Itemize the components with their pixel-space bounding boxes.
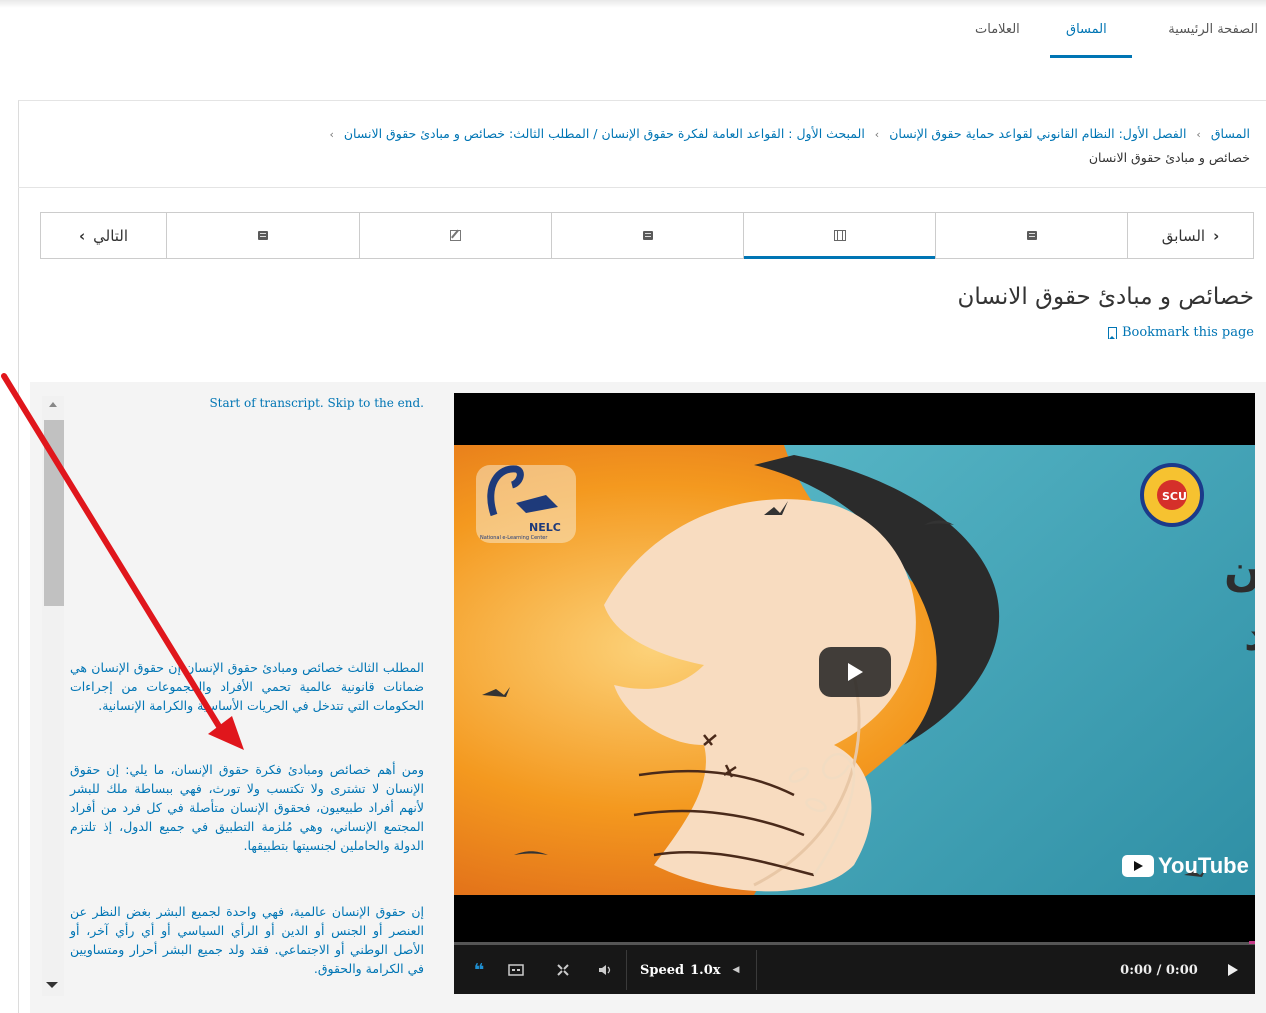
volume-icon[interactable] (594, 956, 616, 984)
poster-title-line2: ومكافحة الفساد (1244, 610, 1255, 661)
next-label: التالي (93, 226, 129, 245)
book-icon (1026, 231, 1037, 240)
chevron-left-icon: ‹ (1213, 226, 1220, 245)
progress-bar[interactable] (454, 941, 1255, 945)
chevron-right-icon: › (78, 226, 86, 245)
breadcrumb-separator: › (874, 128, 880, 141)
sequence-unit-4-problem[interactable] (359, 213, 551, 258)
play-icon[interactable] (1222, 956, 1244, 984)
youtube-icon (1122, 855, 1154, 877)
youtube-label: YouTube (1158, 853, 1249, 878)
breadcrumb-chapter[interactable]: الفصل الأول: النظام القانوني لقواعد حماي… (889, 126, 1186, 141)
sequence-unit-5[interactable] (166, 213, 359, 258)
breadcrumb-separator: › (329, 128, 334, 141)
transcript-line[interactable]: ومن أهم خصائص ومبادئ فكرة حقوق الإنسان، … (70, 760, 424, 855)
top-shade (0, 0, 1266, 8)
breadcrumb-course[interactable]: المساق (1211, 126, 1250, 141)
play-button-overlay[interactable] (819, 647, 891, 697)
poster-title-line1: حقوق الإنسان (1224, 545, 1255, 596)
speed-label: Speed (640, 962, 685, 978)
active-tab-indicator (1050, 55, 1132, 58)
control-divider (756, 950, 757, 990)
youtube-badge[interactable]: YouTube (1122, 853, 1249, 879)
breadcrumb: المساق › الفصل الأول: النظام القانوني لقوا… (18, 100, 1266, 188)
breadcrumb-trail: المساق › الفصل الأول: النظام القانوني لقوا… (319, 126, 1250, 141)
previous-button[interactable]: ‹ السابق (1127, 213, 1253, 258)
transcript-toggle-icon[interactable]: ❝ (468, 956, 490, 984)
breadcrumb-current: خصائص و مبادئ حقوق الانسان (1088, 150, 1250, 165)
speed-control[interactable]: Speed 1.0x ◀ (640, 956, 750, 984)
transcript-line[interactable]: إن حقوق الإنسان عالمية، فهي واحدة لجميع … (70, 902, 424, 978)
sequence-unit-3[interactable] (551, 213, 743, 258)
previous-label: السابق (1161, 226, 1206, 245)
captions-icon[interactable] (504, 956, 528, 984)
svg-text:NELC: NELC (529, 521, 561, 534)
video-controls: ❝ Speed 1.0x ◀ 0:00 / 0:00 (454, 941, 1255, 994)
tab-course[interactable]: المساق (1066, 22, 1107, 37)
bookmark-label: Bookmark this page (1121, 325, 1254, 340)
sequence-unit-2-video[interactable] (743, 213, 935, 259)
course-tabs: الصفحة الرئيسية المساق العلامات (0, 10, 1266, 70)
control-divider (626, 950, 627, 990)
book-icon (258, 231, 268, 240)
transcript-skip-link[interactable]: Start of transcript. Skip to the end. (209, 396, 424, 410)
transcript-line[interactable]: المطلب الثالث خصائص ومبادئ حقوق الإنسان … (70, 658, 424, 715)
bookmark-button[interactable]: Bookmark this page (1107, 325, 1254, 340)
sequence-nav: ‹ السابق التالي › (40, 212, 1254, 259)
transcript-scrollbar[interactable] (42, 396, 64, 996)
video-transcript: Start of transcript. Skip to the end. ال… (64, 392, 436, 1000)
video-player[interactable]: NELC National e-Learning Center SCU حقوق… (454, 393, 1255, 994)
scu-seal-icon: SCU (1140, 463, 1204, 527)
breadcrumb-separator: › (1196, 128, 1201, 141)
breadcrumb-section[interactable]: المبحث الأول : القواعد العامة لفكرة حقوق… (344, 126, 865, 141)
book-icon (642, 231, 653, 240)
tab-progress[interactable]: العلامات (975, 22, 1020, 37)
svg-text:SCU: SCU (1162, 490, 1187, 503)
unit-title: خصائص و مبادئ حقوق الانسان (957, 284, 1254, 310)
nelc-logo-icon: NELC National e-Learning Center (476, 465, 576, 543)
next-button[interactable]: التالي › (41, 213, 166, 258)
tab-home[interactable]: الصفحة الرئيسية (1168, 22, 1258, 37)
speed-arrow-icon: ◀ (732, 965, 740, 975)
edit-icon (450, 230, 461, 241)
scroll-down-arrow-icon[interactable] (46, 982, 58, 988)
svg-text:National e-Learning Center: National e-Learning Center (480, 535, 548, 541)
fullscreen-icon[interactable] (552, 956, 574, 984)
progress-marker (1249, 941, 1255, 944)
speed-value: 1.0x (690, 962, 721, 978)
sequence-unit-1[interactable] (935, 213, 1127, 258)
bookmark-icon (1107, 326, 1117, 339)
scrollbar-thumb[interactable] (44, 420, 64, 606)
video-icon (833, 230, 846, 241)
scroll-up-arrow-icon[interactable] (49, 402, 57, 407)
time-display: 0:00 / 0:00 (1120, 962, 1198, 978)
